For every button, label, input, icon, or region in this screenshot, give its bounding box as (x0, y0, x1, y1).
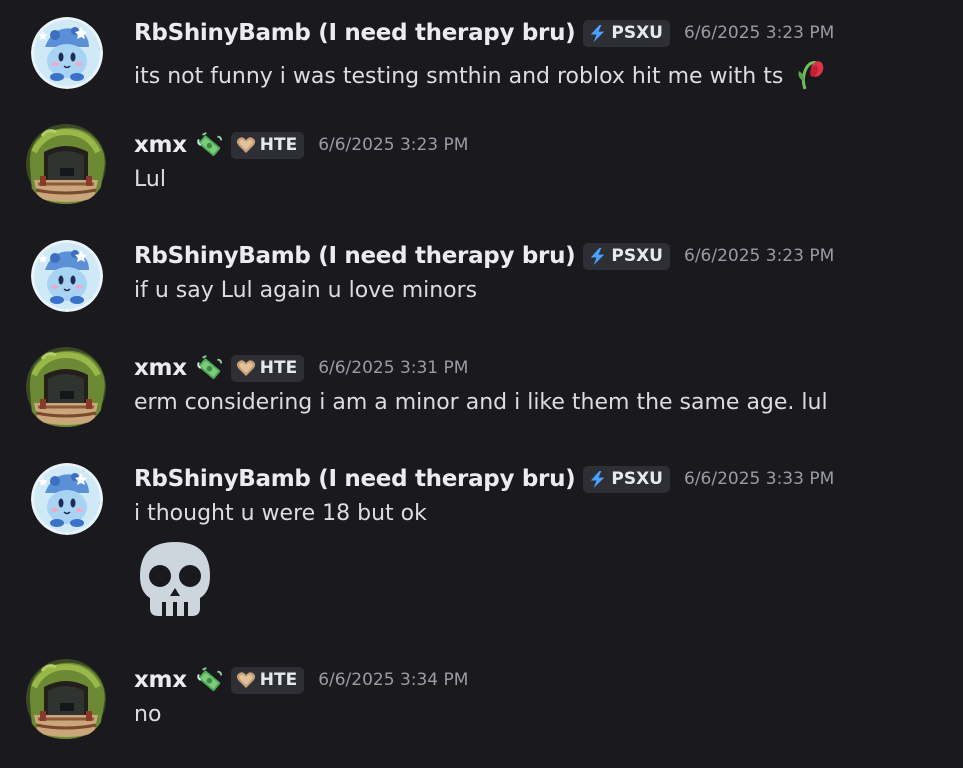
message-content: no (134, 702, 161, 727)
avatar[interactable] (24, 657, 108, 741)
money-with-wings-icon (197, 132, 223, 158)
server-tag[interactable]: PSXU (583, 19, 670, 47)
avatar[interactable] (24, 122, 108, 206)
timestamp[interactable]: 6/6/2025 3:23 PM (684, 23, 834, 43)
username[interactable]: RbShinyBamb (I need therapy bru) (134, 20, 576, 46)
timestamp[interactable]: 6/6/2025 3:31 PM (318, 358, 468, 378)
timestamp[interactable]: 6/6/2025 3:23 PM (684, 246, 834, 266)
message-text: Lul (134, 167, 166, 192)
server-tag-label: PSXU (611, 23, 663, 43)
message-header: RbShinyBamb (I need therapy bru) PSXU 6/… (134, 462, 834, 496)
lightning-bolt-icon (588, 24, 607, 43)
skull-emoji-icon[interactable] (134, 538, 216, 622)
message-text: i thought u were 18 but ok (134, 501, 427, 526)
server-tag[interactable]: HTE (230, 354, 305, 382)
timestamp[interactable]: 6/6/2025 3:34 PM (318, 670, 468, 690)
heart-icon (236, 671, 256, 689)
lightning-bolt-icon (588, 470, 607, 489)
kirby-avatar-icon (31, 74, 103, 89)
username[interactable]: xmx (134, 355, 187, 381)
username[interactable]: RbShinyBamb (I need therapy bru) (134, 466, 576, 492)
message-header: xmx HTE 6/6/2025 3:23 PM (134, 128, 468, 162)
username[interactable]: xmx (134, 132, 187, 158)
server-tag-label: PSXU (611, 469, 663, 489)
server-tag[interactable]: HTE (230, 131, 305, 159)
heart-icon (236, 136, 256, 154)
timestamp[interactable]: 6/6/2025 3:33 PM (684, 469, 834, 489)
message-content: Lul (134, 167, 166, 192)
message-content: i thought u were 18 but ok (134, 501, 427, 526)
message-text: if u say Lul again u love minors (134, 278, 478, 303)
message-header: xmx HTE 6/6/2025 3:34 PM (134, 663, 468, 697)
message-text: no (134, 702, 162, 727)
message-header: RbShinyBamb (I need therapy bru) PSXU 6/… (134, 239, 834, 273)
message-header: RbShinyBamb (I need therapy bru) PSXU 6/… (134, 16, 834, 50)
avatar[interactable] (24, 345, 108, 429)
message-content: its not funny i was testing smthin and r… (134, 55, 825, 97)
message-header: xmx HTE 6/6/2025 3:31 PM (134, 351, 468, 385)
heart-icon (236, 359, 256, 377)
username[interactable]: RbShinyBamb (I need therapy bru) (134, 243, 576, 269)
avatar[interactable] (31, 240, 103, 312)
house-avatar-icon (24, 414, 108, 429)
server-tag-label: HTE (259, 135, 298, 155)
message-text: erm considering i am a minor and i like … (134, 390, 828, 415)
server-tag-label: HTE (259, 358, 298, 378)
message-text: its not funny i was testing smthin and r… (134, 63, 784, 89)
username[interactable]: xmx (134, 667, 187, 693)
lightning-bolt-icon (588, 247, 607, 266)
server-tag-label: HTE (259, 670, 298, 690)
wilted-flower-icon[interactable] (795, 55, 825, 97)
timestamp[interactable]: 6/6/2025 3:23 PM (318, 135, 468, 155)
server-tag[interactable]: PSXU (583, 242, 670, 270)
server-tag-label: PSXU (611, 246, 663, 266)
money-with-wings-icon (197, 355, 223, 381)
avatar[interactable] (31, 463, 103, 535)
avatar[interactable] (31, 17, 103, 89)
message-content: if u say Lul again u love minors (134, 278, 477, 303)
house-avatar-icon (24, 191, 108, 206)
server-tag[interactable]: PSXU (583, 465, 670, 493)
money-with-wings-icon (197, 667, 223, 693)
server-tag[interactable]: HTE (230, 666, 305, 694)
house-avatar-icon (24, 726, 108, 741)
message-content: erm considering i am a minor and i like … (134, 390, 828, 415)
kirby-avatar-icon (31, 520, 103, 535)
kirby-avatar-icon (31, 297, 103, 312)
